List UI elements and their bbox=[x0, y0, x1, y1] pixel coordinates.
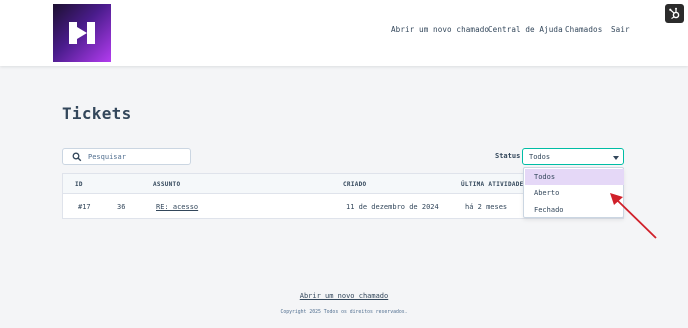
ticket-id: #17 bbox=[78, 203, 91, 211]
status-option-fechado[interactable]: Fechado bbox=[525, 202, 624, 218]
footer-copyright: Copyright 2025 Todos os direitos reserva… bbox=[280, 310, 408, 315]
ticket-number: 36 bbox=[117, 203, 126, 211]
search-icon bbox=[72, 152, 82, 162]
ticket-subject-link[interactable]: RE: acesso bbox=[156, 203, 198, 211]
status-dropdown-menu: Todos Aberto Fechado bbox=[523, 167, 624, 218]
footer-new-ticket-link[interactable]: Abrir um novo chamado bbox=[0, 292, 688, 300]
ticket-created: 11 de dezembro de 2024 bbox=[346, 203, 439, 211]
search-box[interactable] bbox=[62, 148, 191, 165]
ticket-last-activity: há 2 meses bbox=[465, 203, 508, 211]
nav-tickets[interactable]: Chamados bbox=[565, 25, 602, 34]
column-header-last-activity[interactable]: ÚLTIMA ATIVIDADE bbox=[461, 181, 524, 188]
site-header: Abrir um novo chamado Central de Ajuda C… bbox=[0, 0, 688, 66]
search-input[interactable] bbox=[88, 150, 188, 163]
column-header-id[interactable]: ID bbox=[75, 181, 83, 188]
status-filter-label: Status bbox=[495, 152, 521, 160]
nav-logout[interactable]: Sair bbox=[611, 25, 630, 34]
nav-help-center[interactable]: Central de Ajuda bbox=[488, 25, 563, 34]
brand-logo-icon[interactable] bbox=[53, 4, 111, 62]
column-header-subject[interactable]: ASSUNTO bbox=[153, 181, 180, 188]
status-filter-value: Todos bbox=[529, 153, 551, 161]
hubspot-icon[interactable] bbox=[665, 4, 684, 23]
chevron-down-icon bbox=[613, 156, 619, 160]
status-option-aberto[interactable]: Aberto bbox=[525, 185, 624, 201]
status-option-todos[interactable]: Todos bbox=[525, 169, 624, 185]
page-title: Tickets bbox=[62, 104, 132, 123]
column-header-created[interactable]: CRIADO bbox=[343, 181, 366, 188]
nav-new-ticket[interactable]: Abrir um novo chamado bbox=[391, 25, 489, 34]
status-filter-select[interactable]: Todos bbox=[522, 148, 624, 165]
